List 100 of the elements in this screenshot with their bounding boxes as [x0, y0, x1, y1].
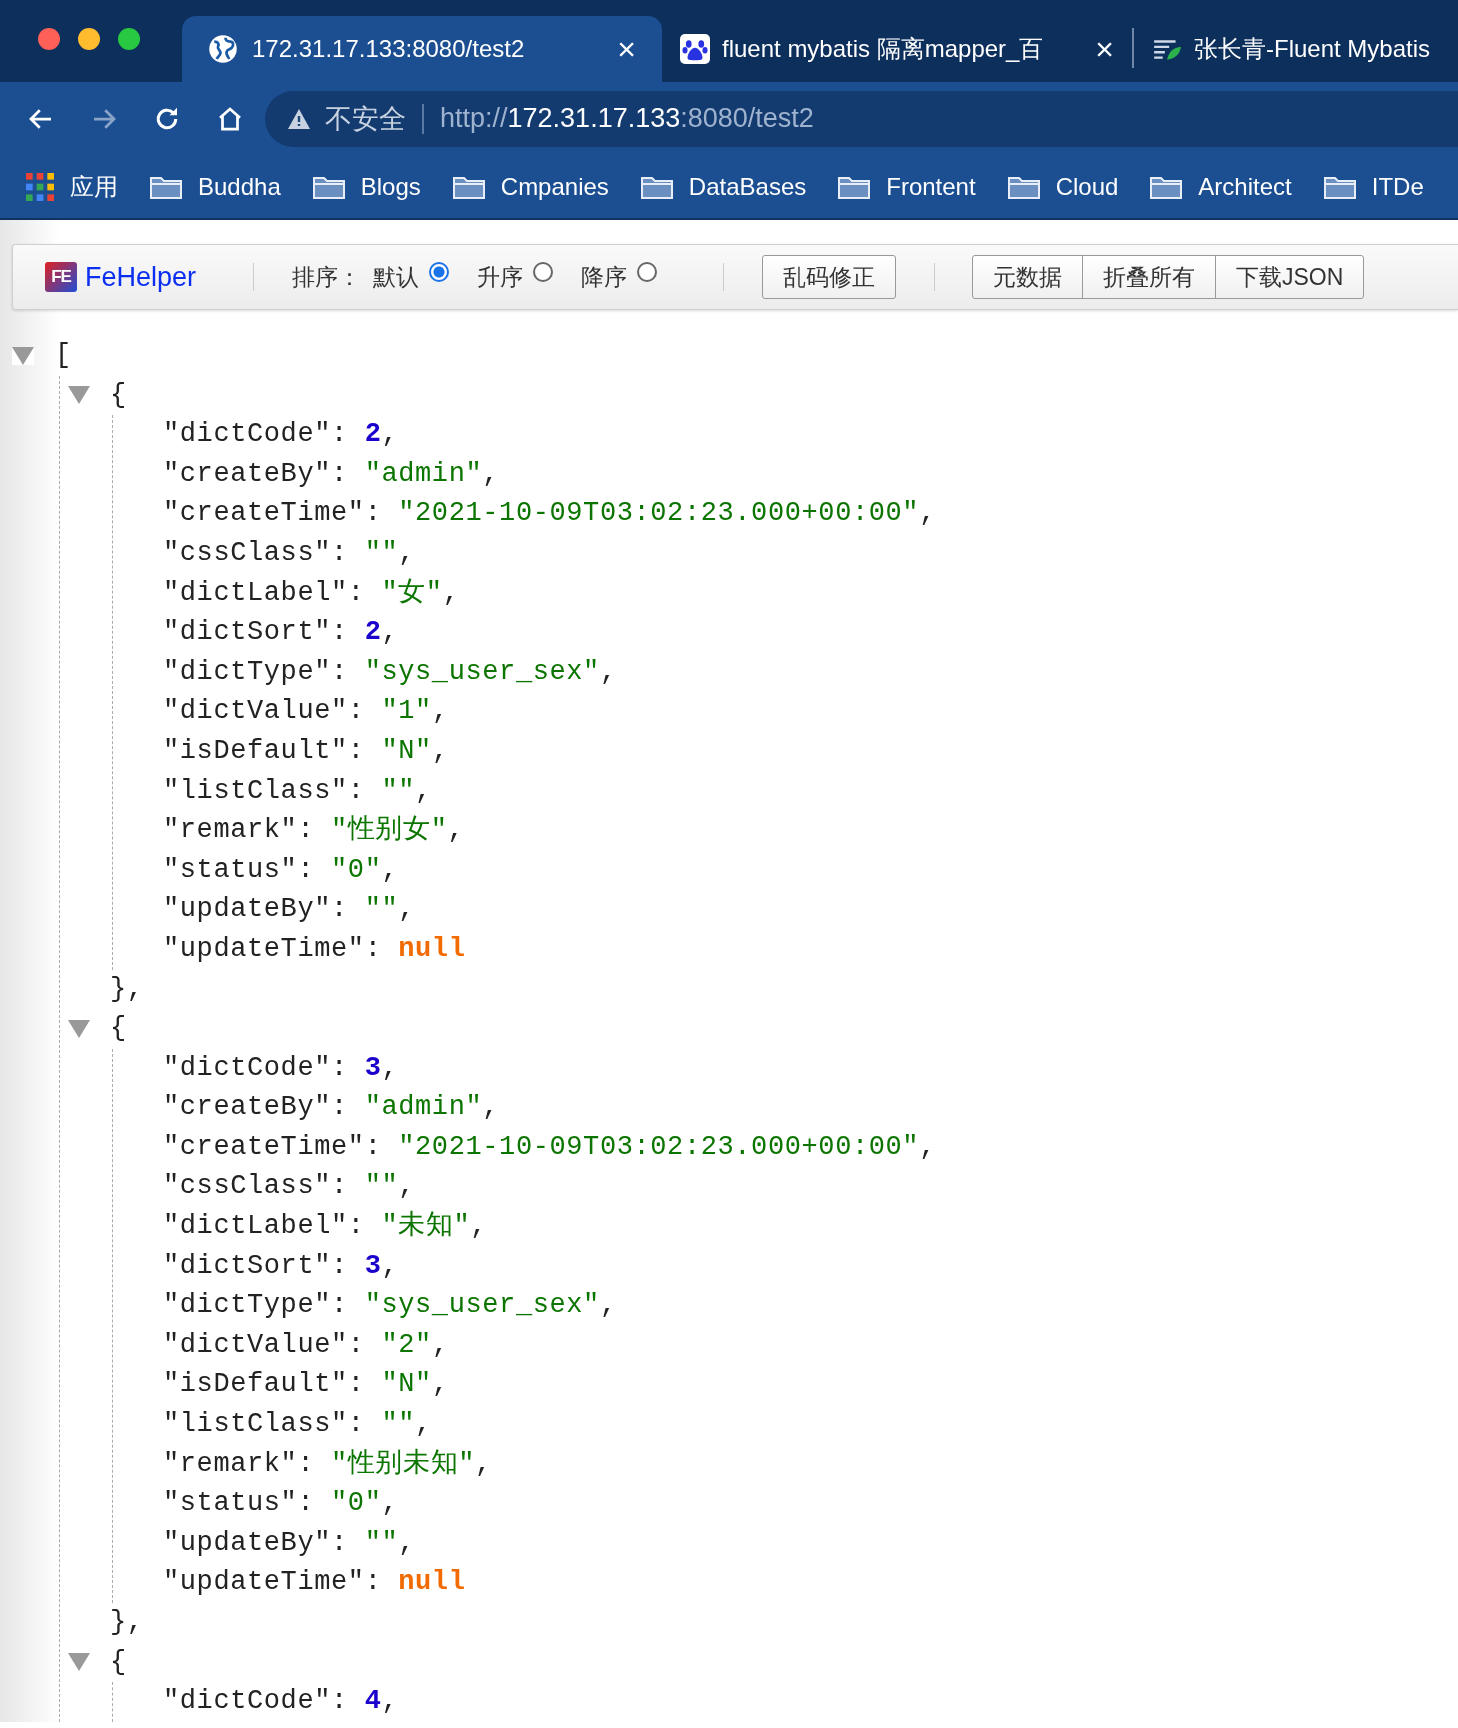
- json-key: "dictSort": [163, 1246, 332, 1287]
- colon: :: [331, 418, 348, 452]
- colon: :: [331, 616, 348, 650]
- json-value: "未知": [381, 1209, 471, 1244]
- browser-tab[interactable]: 172.31.17.133:8080/test2 ×: [182, 16, 662, 82]
- comma: ,: [381, 1487, 399, 1521]
- colon: :: [331, 536, 348, 570]
- bookmark[interactable]: ITDe: [1323, 172, 1424, 201]
- json-key: "dictValue": [163, 1325, 348, 1366]
- json-key: "updateTime": [163, 929, 365, 970]
- comma: ,: [398, 1526, 416, 1560]
- json-key: "remark": [163, 811, 298, 851]
- json-key: "dictValue": [163, 692, 348, 732]
- collapse-toggle-icon[interactable]: [68, 386, 90, 405]
- comma: ,: [431, 1368, 449, 1402]
- json-value: 2: [364, 616, 382, 650]
- sort-radio[interactable]: 默认: [373, 261, 449, 293]
- minimize-window-icon[interactable]: [78, 28, 100, 50]
- browser-tab[interactable]: fluent mybatis 隔离mapper_百 ×: [662, 16, 1132, 82]
- json-value: "0": [331, 1487, 382, 1521]
- brace: {: [110, 378, 127, 412]
- colon: :: [347, 734, 365, 768]
- json-value: "N": [381, 1368, 432, 1402]
- comma: ,: [919, 497, 936, 531]
- folder-icon: [150, 174, 182, 199]
- comma: ,: [398, 536, 416, 570]
- folder-icon: [1323, 174, 1356, 199]
- json-value: "2": [381, 1328, 432, 1362]
- colon: :: [331, 1289, 348, 1323]
- json-value: "女": [381, 576, 443, 610]
- collapse-toggle-icon[interactable]: [68, 1653, 90, 1672]
- json-value: null: [398, 1566, 466, 1600]
- sort-radio[interactable]: 升序: [477, 261, 553, 293]
- json-value: 3: [364, 1051, 382, 1085]
- comma: ,: [381, 418, 399, 452]
- comma: ,: [381, 853, 399, 887]
- json-key: "updateBy": [163, 890, 332, 930]
- bracket: [: [55, 339, 72, 372]
- json-value: "性别未知": [331, 1447, 476, 1481]
- colon: :: [364, 1566, 382, 1600]
- colon: :: [331, 1685, 348, 1719]
- bookmark[interactable]: Cmpanies: [452, 172, 609, 201]
- json-value: "": [364, 1170, 399, 1204]
- maximize-window-icon[interactable]: [118, 28, 140, 50]
- brace: {: [110, 1012, 127, 1046]
- comma: ,: [398, 1170, 416, 1204]
- json-key: "updateTime": [163, 1563, 365, 1603]
- colon: :: [297, 814, 315, 848]
- comma: ,: [431, 695, 449, 729]
- fe-logo-icon: FE: [45, 262, 77, 292]
- json-key: "status": [163, 850, 298, 891]
- toolbar-button[interactable]: 元数据: [972, 255, 1083, 299]
- colon: :: [331, 1249, 348, 1283]
- bookmark[interactable]: Buddha: [150, 172, 281, 201]
- comma: ,: [381, 1249, 399, 1283]
- sort-radio[interactable]: 降序: [581, 261, 657, 293]
- close-window-icon[interactable]: [38, 28, 60, 50]
- paw-icon: [680, 34, 710, 64]
- folder-icon: [640, 174, 673, 199]
- json-value: "admin": [364, 457, 483, 491]
- bookmark[interactable]: DataBases: [640, 172, 807, 201]
- json-value: "admin": [364, 1091, 483, 1125]
- json-key: "cssClass": [163, 533, 332, 574]
- comma: ,: [447, 814, 465, 848]
- fix-encoding-button[interactable]: 乱码修正: [762, 255, 896, 299]
- toolbar-button[interactable]: 下载JSON: [1215, 255, 1365, 299]
- folder-icon: [838, 174, 871, 199]
- comma: ,: [482, 457, 500, 491]
- colon: :: [347, 1210, 365, 1244]
- folder-icon: [1150, 174, 1183, 199]
- json-value: 3: [364, 1249, 382, 1283]
- bookmark[interactable]: 应用: [26, 170, 118, 203]
- comma: ,: [431, 734, 449, 768]
- comma: ,: [415, 774, 432, 808]
- comma: ,: [381, 1685, 399, 1719]
- collapse-toggle-icon[interactable]: [68, 1019, 90, 1038]
- colon: :: [331, 893, 348, 927]
- json-value: "1": [381, 695, 432, 729]
- browser-tab[interactable]: 张长青-Fluent Mybatis: [1134, 16, 1449, 82]
- comma: ,: [482, 1091, 500, 1125]
- json-key: "dictSort": [163, 613, 332, 653]
- comma: ,: [398, 893, 416, 927]
- bookmark[interactable]: Frontent: [838, 172, 976, 201]
- sort-label: 排序：: [292, 262, 361, 292]
- address-bar[interactable]: 不安全 http://172.31.17.133:8080/test2: [265, 90, 1458, 147]
- colon: :: [347, 576, 365, 610]
- bookmark[interactable]: Architect: [1150, 172, 1292, 201]
- json-key: "remark": [163, 1444, 298, 1485]
- colon: :: [347, 774, 365, 808]
- url-text: http://172.31.17.133:8080/test2: [440, 103, 814, 134]
- json-value: "N": [381, 734, 432, 768]
- comma: ,: [599, 1289, 617, 1323]
- brace: },: [110, 1606, 144, 1639]
- json-value: "2021-10-09T03:02:23.000+00:00": [398, 1130, 920, 1164]
- bookmark[interactable]: Blogs: [312, 172, 421, 201]
- colon: :: [364, 1130, 382, 1164]
- colon: :: [347, 695, 365, 729]
- comma: ,: [599, 655, 617, 689]
- bookmark[interactable]: Cloud: [1007, 172, 1119, 201]
- toolbar-button[interactable]: 折叠所有: [1082, 255, 1216, 299]
